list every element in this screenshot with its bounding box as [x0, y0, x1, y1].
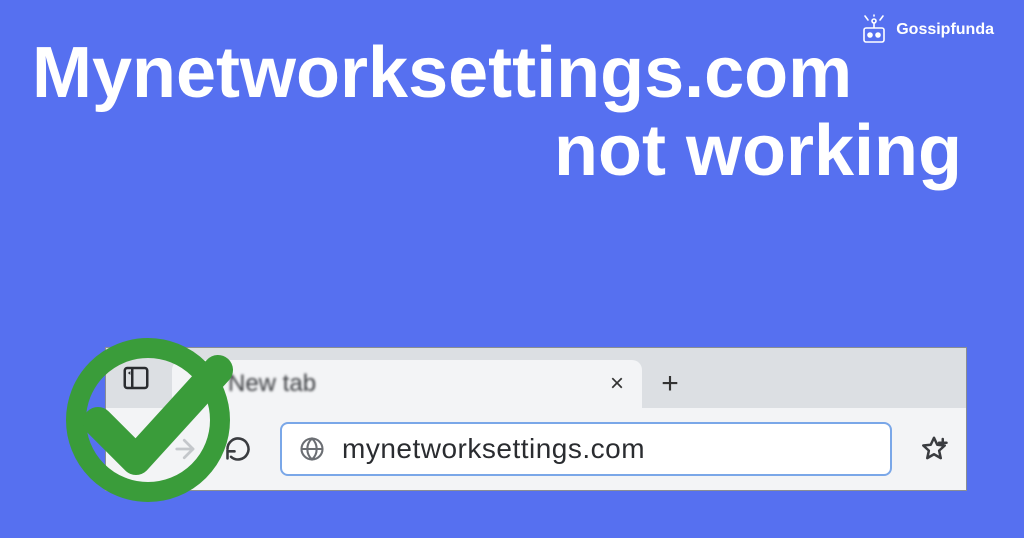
address-bar[interactable]: mynetworksettings.com: [280, 422, 892, 476]
new-tab-button[interactable]: +: [648, 360, 692, 408]
page-title: Mynetworksettings.com not working: [32, 36, 992, 191]
favorite-star-icon[interactable]: [916, 431, 952, 467]
checkmark-icon: [58, 330, 238, 510]
globe-icon: [298, 435, 326, 463]
title-line-2: not working: [32, 112, 962, 191]
title-line-1: Mynetworksettings.com: [32, 36, 992, 112]
browser-tab[interactable]: New tab ×: [172, 360, 642, 408]
close-icon[interactable]: ×: [610, 370, 624, 398]
tab-title: New tab: [228, 370, 596, 398]
url-text: mynetworksettings.com: [342, 433, 645, 465]
